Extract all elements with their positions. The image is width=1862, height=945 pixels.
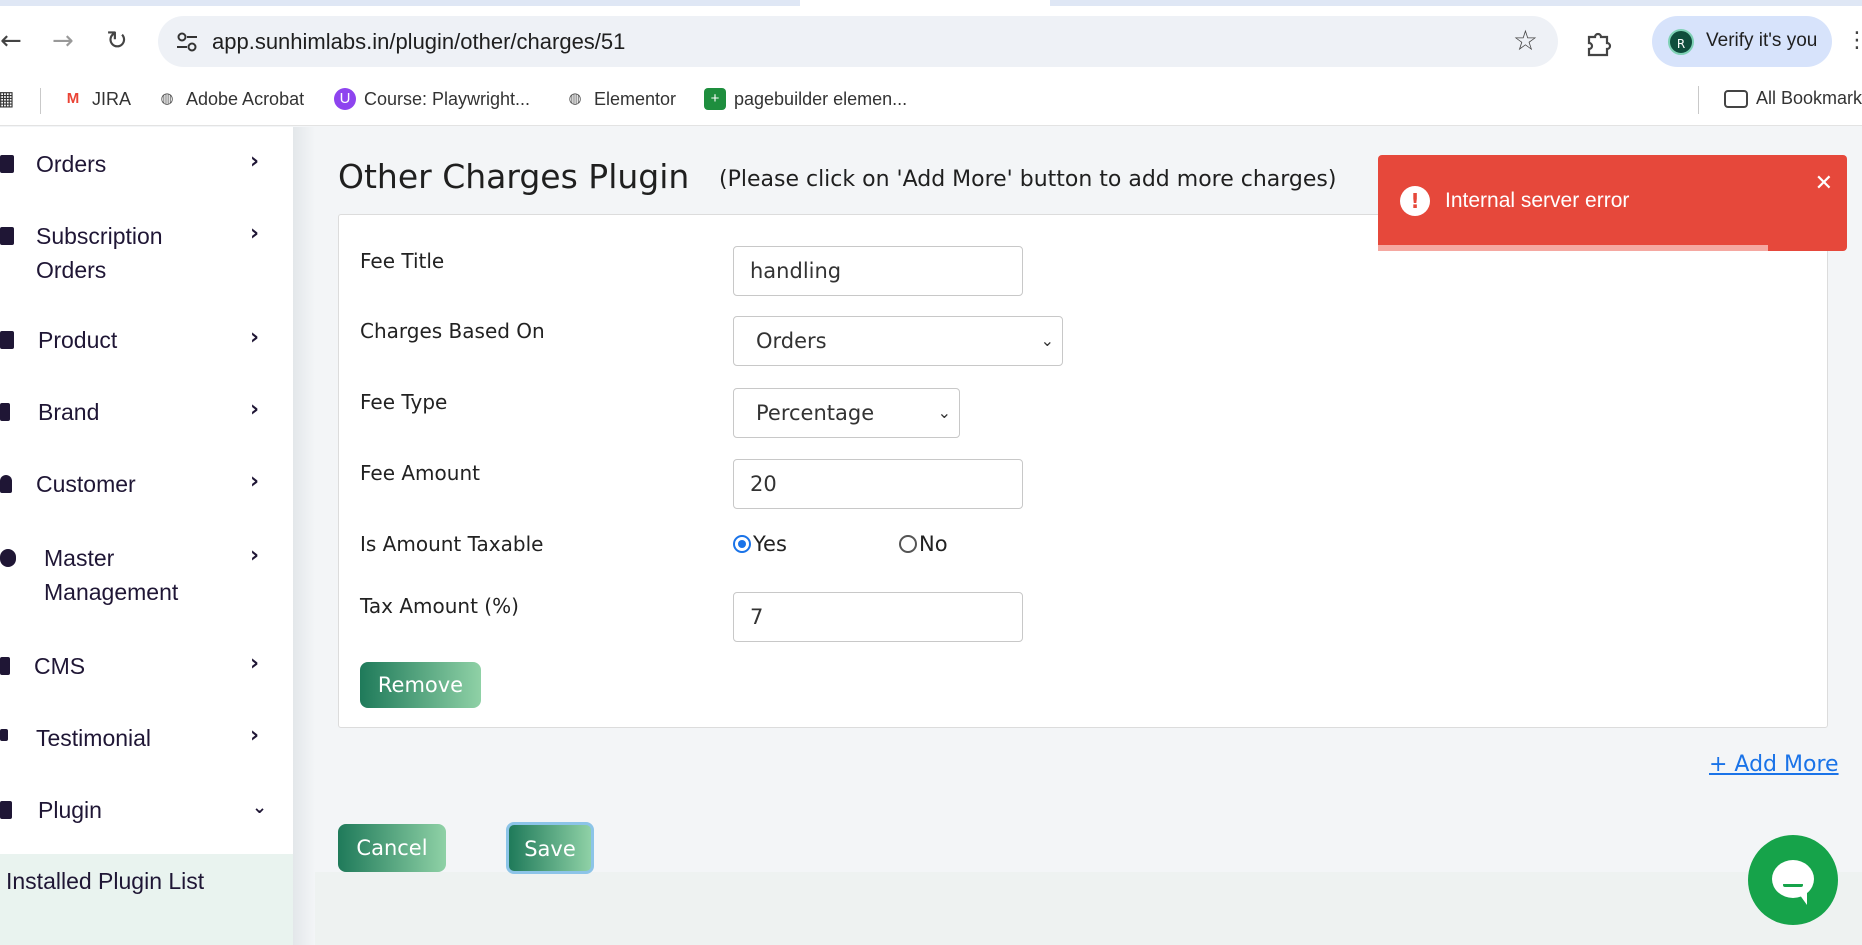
chat-bubble-tail (1797, 891, 1807, 905)
product-icon (0, 331, 14, 349)
sidebar-item-subscription-orders[interactable]: Subscription Orders › (0, 219, 293, 289)
error-icon: ! (1400, 186, 1430, 216)
page-title: Other Charges Plugin (338, 157, 690, 196)
chevron-right-icon: › (250, 543, 260, 568)
forward-arrow-icon[interactable]: → (52, 28, 74, 54)
verify-label: Verify it's you (1706, 30, 1818, 51)
taxable-yes-radio[interactable]: Yes (733, 532, 787, 556)
bag-icon (0, 155, 14, 173)
fee-type-select[interactable]: Percentage ⌄ (733, 388, 960, 438)
fee-amount-input[interactable]: 20 (733, 459, 1023, 509)
error-toast: ! Internal server error ✕ (1378, 155, 1847, 251)
sidebar: Orders › Subscription Orders › Product ›… (0, 127, 293, 945)
sidebar-item-testimonial[interactable]: Testimonial › (0, 721, 293, 761)
sidebar-item-brand[interactable]: Brand › (0, 395, 293, 435)
chevron-right-icon: › (250, 221, 260, 246)
reload-icon[interactable]: ↻ (106, 28, 128, 54)
verify-profile-button[interactable]: R Verify it's you (1652, 16, 1832, 67)
sheets-icon: + (704, 88, 726, 110)
charges-based-on-label: Charges Based On (360, 319, 545, 343)
add-more-link[interactable]: + Add More (1709, 752, 1839, 777)
save-button[interactable]: Save (506, 822, 594, 874)
fee-amount-label: Fee Amount (360, 461, 480, 485)
close-icon[interactable]: ✕ (1815, 171, 1833, 196)
toast-message: Internal server error (1445, 189, 1630, 212)
bookmark-course-playwright[interactable]: U Course: Playwright... (334, 88, 530, 110)
fee-title-label: Fee Title (360, 249, 445, 273)
bookmark-adobe-acrobat[interactable]: ◍ Adobe Acrobat (156, 88, 304, 110)
bookmark-divider (1698, 86, 1699, 114)
browser-toolbar: ← → ↻ app.sunhimlabs.in/plugin/other/cha… (0, 6, 1862, 76)
is-amount-taxable-label: Is Amount Taxable (360, 532, 544, 556)
tax-amount-input[interactable]: 7 (733, 592, 1023, 642)
fee-title-input[interactable]: handling (733, 246, 1023, 296)
bookmark-pagebuilder[interactable]: + pagebuilder elemen... (704, 88, 907, 110)
chevron-right-icon: › (250, 723, 260, 748)
all-bookmarks[interactable]: All Bookmarks (1724, 88, 1862, 109)
sidebar-shadow (293, 127, 315, 945)
course-icon: U (334, 88, 356, 110)
chevron-right-icon: › (250, 325, 260, 350)
url-text: app.sunhimlabs.in/plugin/other/charges/5… (212, 29, 626, 54)
chevron-right-icon: › (250, 397, 260, 422)
toast-progress-bar (1378, 245, 1768, 251)
sidebar-item-product[interactable]: Product › (0, 323, 293, 363)
charge-card (338, 214, 1828, 728)
sidebar-item-orders[interactable]: Orders › (0, 147, 293, 187)
sidebar-item-cms[interactable]: CMS › (0, 649, 293, 689)
cms-icon (0, 657, 10, 675)
fee-type-label: Fee Type (360, 390, 448, 414)
sidebar-item-plugin[interactable]: Plugin ⌄ (0, 793, 293, 833)
tax-amount-label: Tax Amount (%) (360, 594, 519, 618)
chevron-down-icon: ⌄ (252, 797, 268, 818)
folder-icon (1724, 89, 1748, 108)
puzzle-icon (0, 801, 12, 819)
remove-button[interactable]: Remove (360, 662, 481, 708)
chevron-right-icon: › (250, 469, 260, 494)
extensions-icon[interactable] (1583, 28, 1615, 60)
chat-smile-icon (1783, 883, 1803, 887)
globe-icon: ◍ (160, 90, 174, 107)
bookmark-jira[interactable]: M JIRA (62, 88, 131, 110)
globe-icon: ◍ (568, 90, 582, 107)
bookmarks-bar: ▦ M JIRA ◍ Adobe Acrobat U Course: Playwrig… (0, 76, 1862, 126)
chat-widget-button[interactable] (1748, 835, 1838, 925)
chevron-down-icon: ⌄ (937, 403, 951, 422)
user-gear-icon (0, 549, 16, 567)
sidebar-item-master-management[interactable]: Master Management › (0, 541, 293, 611)
menu-dots-icon[interactable]: ⋮ (1846, 28, 1862, 53)
brand-icon (0, 403, 10, 421)
back-arrow-icon[interactable]: ← (0, 28, 22, 54)
chevron-right-icon: › (250, 651, 260, 676)
radio-unselected-icon (899, 535, 917, 553)
bag-icon (0, 227, 14, 245)
site-settings-icon[interactable] (174, 29, 200, 55)
address-bar[interactable]: app.sunhimlabs.in/plugin/other/charges/5… (158, 16, 1558, 67)
user-icon (0, 475, 12, 493)
taxable-no-radio[interactable]: No (899, 532, 948, 556)
gmail-icon: M (66, 90, 80, 107)
profile-avatar: R (1668, 29, 1694, 55)
chat-bubble-icon (1772, 860, 1814, 898)
page-hint: (Please click on 'Add More' button to ad… (719, 167, 1337, 192)
bookmark-elementor[interactable]: ◍ Elementor (564, 88, 676, 110)
footer-band (315, 872, 1862, 945)
sidebar-item-customer[interactable]: Customer › (0, 467, 293, 507)
radio-selected-icon (733, 535, 751, 553)
bookmark-star-icon[interactable]: ☆ (1513, 24, 1538, 57)
chevron-right-icon: › (250, 149, 260, 174)
chevron-down-icon: ⌄ (1040, 331, 1054, 350)
bookmark-divider (40, 88, 41, 114)
charges-based-on-select[interactable]: Orders ⌄ (733, 316, 1063, 366)
apps-grid-icon[interactable]: ▦ (0, 88, 16, 110)
sidebar-subitem-installed-plugin-list[interactable]: Installed Plugin List (0, 854, 293, 945)
quote-icon (0, 729, 8, 741)
cancel-button[interactable]: Cancel (338, 824, 446, 872)
